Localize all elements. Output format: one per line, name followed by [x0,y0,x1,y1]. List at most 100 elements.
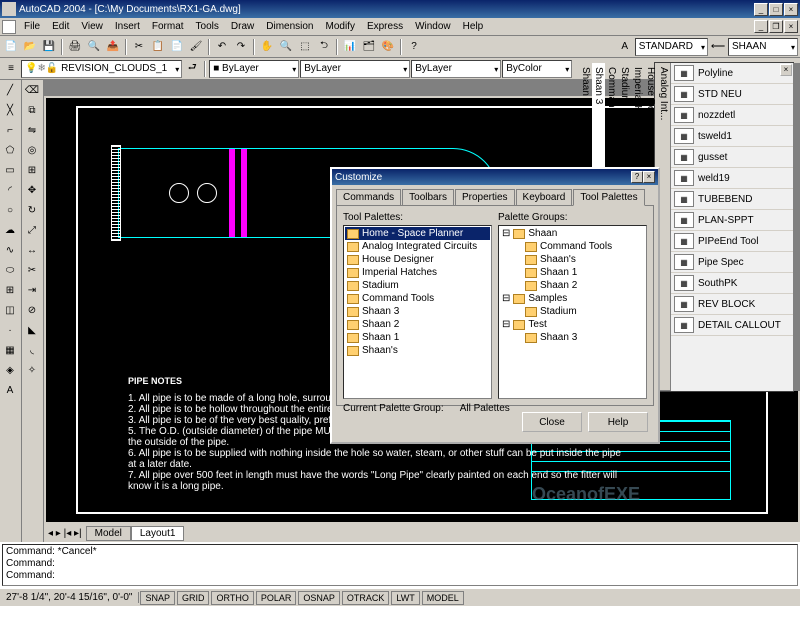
toolpalettes-icon[interactable]: 🎨 [379,38,397,56]
point-icon[interactable]: · [0,320,20,340]
designcenter-icon[interactable]: 🗂 [360,38,378,56]
save-icon[interactable]: 💾 [40,38,58,56]
publish-icon[interactable]: 📤 [104,38,122,56]
tab-properties[interactable]: Properties [455,189,515,205]
group-child[interactable]: Command Tools [500,240,645,253]
layer-dropdown[interactable]: 💡❄🔓 REVISION_CLOUDS_1 [21,60,182,78]
tab-commands[interactable]: Commands [336,189,401,205]
fillet-icon[interactable]: ◟ [22,340,42,360]
redo-icon[interactable]: ↷ [232,38,250,56]
zoom-window-icon[interactable]: ⬚ [296,38,314,56]
dimstyle-dropdown[interactable]: SHAAN [728,38,798,56]
palette-tool-item[interactable]: ▦DETAIL CALLOUT [671,315,793,336]
command-line[interactable]: Command: *Cancel* Command: Command: [2,544,798,586]
menu-dimension[interactable]: Dimension [260,19,319,34]
polar-toggle[interactable]: POLAR [256,591,297,605]
open-icon[interactable]: 📂 [21,38,39,56]
palette-item[interactable]: Imperial Hatches [345,266,490,279]
tab-model[interactable]: Model [86,526,131,541]
close-button[interactable]: × [784,3,798,16]
zoom-prev-icon[interactable]: ⮌ [315,38,333,56]
line-icon[interactable]: ╱ [0,80,20,100]
group-node[interactable]: ⊟Test [500,318,645,331]
minimize-button[interactable]: _ [754,3,768,16]
palette-item[interactable]: House Designer [345,253,490,266]
menu-window[interactable]: Window [409,19,457,34]
mirror-icon[interactable]: ⇋ [22,120,42,140]
linetype-dropdown[interactable]: ByLayer [300,60,410,78]
menu-insert[interactable]: Insert [109,19,146,34]
offset-icon[interactable]: ◎ [22,140,42,160]
dialog-help-icon[interactable]: ? [631,171,643,183]
palette-item[interactable]: Shaan's [345,344,490,357]
tab-layout1[interactable]: Layout1 [131,526,185,541]
tab-toolpalettes[interactable]: Tool Palettes [573,189,644,206]
cmd-input[interactable]: Command: [6,570,794,582]
insert-icon[interactable]: ⊞ [0,280,20,300]
rotate-icon[interactable]: ↻ [22,200,42,220]
group-node[interactable]: ⊟Shaan [500,227,645,240]
group-node[interactable]: ⊟Samples [500,292,645,305]
palette-item[interactable]: Home - Space Planner [345,227,490,240]
palette-tool-item[interactable]: ▦STD NEU [671,84,793,105]
palette-title-bar[interactable]: TOOL PALETTES - ALL PALETTES [793,63,800,391]
doc-minimize-button[interactable]: _ [754,20,768,33]
palette-tool-item[interactable]: ▦gusset [671,147,793,168]
help-button[interactable]: Help [588,412,648,432]
ortho-toggle[interactable]: ORTHO [211,591,253,605]
group-child[interactable]: Shaan 1 [500,266,645,279]
circle-icon[interactable]: ○ [0,200,20,220]
rectangle-icon[interactable]: ▭ [0,160,20,180]
explode-icon[interactable]: ✧ [22,360,42,380]
zoom-icon[interactable]: 🔍 [277,38,295,56]
palette-tool-item[interactable]: ▦Polyline [671,63,793,84]
tab-toolbars[interactable]: Toolbars [402,189,454,205]
grid-toggle[interactable]: GRID [177,591,210,605]
print-icon[interactable]: 🖨 [66,38,84,56]
preview-icon[interactable]: 🔍 [85,38,103,56]
properties-icon[interactable]: 📊 [341,38,359,56]
palette-tool-item[interactable]: ▦TUBEBEND [671,189,793,210]
layer-manager-icon[interactable]: ≡ [2,60,20,78]
xline-icon[interactable]: ╳ [0,100,20,120]
doc-restore-button[interactable]: ❐ [769,20,783,33]
hatch-icon[interactable]: ▦ [0,340,20,360]
dimstyle-icon[interactable]: ⟵ [709,38,727,56]
menu-edit[interactable]: Edit [46,19,75,34]
new-icon[interactable]: 📄 [2,38,20,56]
menu-format[interactable]: Format [146,19,190,34]
tool-palettes-panel[interactable]: Analog Int... House De... Imperial H... … [654,62,794,392]
pline-icon[interactable]: ⌐ [0,120,20,140]
app-menu-icon[interactable] [2,20,16,34]
otrack-toggle[interactable]: OTRACK [342,591,390,605]
palette-close-icon[interactable]: × [780,64,792,76]
move-icon[interactable]: ✥ [22,180,42,200]
trim-icon[interactable]: ✂ [22,260,42,280]
help-icon[interactable]: ? [405,38,423,56]
palette-item[interactable]: Shaan 3 [345,305,490,318]
copy2-icon[interactable]: ⧉ [22,100,42,120]
menu-help[interactable]: Help [457,19,490,34]
group-child[interactable]: Shaan 3 [500,331,645,344]
group-child[interactable]: Shaan 2 [500,279,645,292]
menu-draw[interactable]: Draw [225,19,260,34]
palette-tool-item[interactable]: ▦Pipe Spec [671,252,793,273]
ellipse-icon[interactable]: ⬭ [0,260,20,280]
polygon-icon[interactable]: ⬠ [0,140,20,160]
model-toggle[interactable]: MODEL [422,591,464,605]
textstyle-icon[interactable]: A [616,38,634,56]
spline-icon[interactable]: ∿ [0,240,20,260]
dialog-close-icon[interactable]: × [643,171,655,183]
revcloud-icon[interactable]: ☁ [0,220,20,240]
groups-tree[interactable]: ⊟ShaanCommand ToolsShaan'sShaan 1Shaan 2… [498,225,647,399]
osnap-toggle[interactable]: OSNAP [298,591,340,605]
erase-icon[interactable]: ⌫ [22,80,42,100]
snap-toggle[interactable]: SNAP [140,591,175,605]
break-icon[interactable]: ⊘ [22,300,42,320]
plotstyle-dropdown[interactable]: ByColor [502,60,572,78]
copy-icon[interactable]: 📋 [149,38,167,56]
palette-item[interactable]: Command Tools [345,292,490,305]
dialog-titlebar[interactable]: Customize ? × [332,169,658,185]
color-dropdown[interactable]: ■ ByLayer [209,60,299,78]
menu-express[interactable]: Express [361,19,409,34]
